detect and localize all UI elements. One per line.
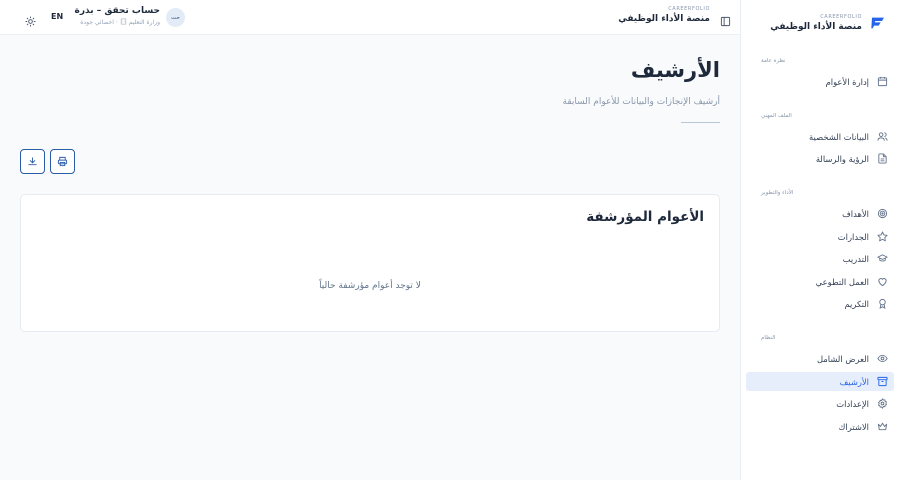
sidebar-item-honors[interactable]: التكريم: [746, 294, 894, 313]
sidebar-brand-title: منصة الأداء الوظيفي: [770, 22, 862, 32]
sidebar-item-archive[interactable]: الأرشيف: [746, 372, 894, 391]
eye-icon: [877, 353, 888, 364]
sidebar-item-vision[interactable]: الرؤية والرسالة: [746, 149, 894, 168]
sidebar-item-competencies[interactable]: الجدارات: [746, 227, 894, 246]
sidebar-item-label: إدارة الأعوام: [825, 76, 869, 87]
download-button[interactable]: [20, 149, 45, 174]
user-meta: وزارة التعليم · اخصائي جودة: [74, 18, 160, 26]
top-header: EN حساب تحقق – بذرة وزارة التعليم · اخصا…: [0, 0, 740, 35]
sidebar-item-subscription[interactable]: الاشتراك: [746, 417, 894, 436]
crown-icon: [877, 421, 888, 432]
sidebar-item-label: الاشتراك: [838, 421, 870, 432]
building-icon: [120, 18, 127, 25]
sidebar-item-training[interactable]: التدريب: [746, 249, 894, 268]
sidebar-item-label: التدريب: [842, 253, 869, 264]
star-icon: [877, 231, 888, 242]
sidebar-item-label: الرؤية والرسالة: [815, 153, 869, 164]
heart-icon: [877, 276, 888, 287]
archived-years-card: الأعوام المؤرشفة لا توجد أعوام مؤرشفة حا…: [20, 194, 720, 332]
sidebar-item-label: العرض الشامل: [816, 353, 869, 364]
header-brand: CAREERFOLIO منصة الأداء الوظيفي: [618, 6, 710, 24]
title-divider: [681, 122, 720, 123]
sidebar-toggle-icon[interactable]: [720, 12, 731, 27]
page-subtitle: أرشيف الإنجازات والبيانات للأعوام السابق…: [562, 97, 720, 107]
sidebar-item-volunteering[interactable]: العمل التطوعي: [746, 272, 894, 291]
card-title: الأعوام المؤرشفة: [586, 209, 704, 225]
sidebar-item-personal-data[interactable]: البيانات الشخصية: [746, 127, 894, 146]
section-overview: نظرة عامة: [761, 58, 786, 64]
section-profile: الملف المهني: [761, 113, 792, 119]
sidebar-item-overview[interactable]: العرض الشامل: [746, 349, 894, 368]
section-system: النظام: [761, 335, 776, 341]
sidebar-item-label: الأرشيف: [839, 376, 869, 387]
language-toggle-button[interactable]: EN: [51, 12, 63, 21]
download-icon: [28, 157, 37, 166]
sidebar-item-label: الإعدادات: [836, 398, 869, 409]
printer-icon: [57, 156, 68, 167]
users-icon: [877, 131, 888, 142]
sidebar-item-goals[interactable]: الأهداف: [746, 204, 894, 223]
sidebar-item-years[interactable]: إدارة الأعوام: [746, 72, 894, 91]
sidebar-brand-subtitle: CAREERFOLIO: [820, 14, 862, 20]
sidebar-item-label: الأهداف: [842, 208, 869, 219]
target-icon: [877, 208, 888, 219]
user-name: حساب تحقق – بذرة: [74, 6, 161, 16]
graduation-cap-icon: [877, 253, 888, 264]
calendar-icon: [877, 76, 888, 87]
sidebar-brand: CAREERFOLIO منصة الأداء الوظيفي: [741, 0, 900, 46]
user-separator: ·: [115, 19, 118, 26]
brand-logo-icon: [871, 17, 884, 29]
section-performance: الأداء والتطوير: [761, 190, 794, 196]
award-icon: [877, 298, 888, 309]
print-button[interactable]: [50, 149, 75, 174]
sidebar-item-settings[interactable]: الإعدادات: [746, 394, 894, 413]
sidebar-item-label: البيانات الشخصية: [809, 131, 869, 142]
page-title: الأرشيف: [630, 58, 720, 82]
header-brand-subtitle: CAREERFOLIO: [668, 6, 710, 12]
empty-state-text: لا توجد أعوام مؤرشفة حالياً: [319, 281, 421, 291]
archive-icon: [877, 376, 888, 387]
user-org: وزارة التعليم: [128, 19, 160, 26]
header-brand-title: منصة الأداء الوظيفي: [618, 14, 710, 24]
theme-toggle-icon[interactable]: [25, 12, 36, 27]
sidebar-item-label: الجدارات: [837, 231, 869, 242]
file-text-icon: [877, 153, 888, 164]
settings-icon: [877, 398, 888, 409]
avatar[interactable]: حت: [166, 8, 185, 27]
sidebar-item-label: العمل التطوعي: [815, 276, 869, 287]
sidebar-item-label: التكريم: [844, 298, 869, 309]
user-role: اخصائي جودة: [80, 19, 114, 26]
sidebar: CAREERFOLIO منصة الأداء الوظيفي نظرة عام…: [740, 0, 900, 480]
